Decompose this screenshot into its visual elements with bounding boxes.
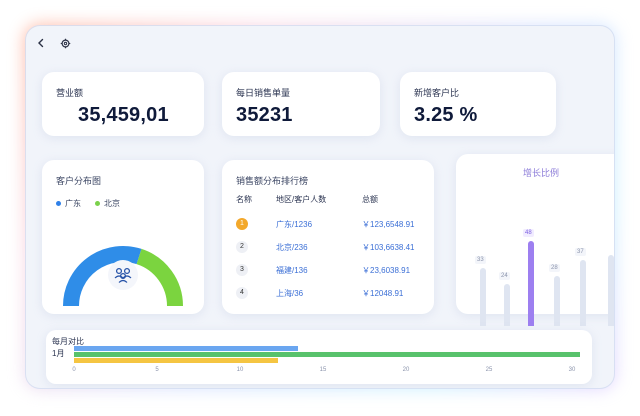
growth-bar-label: 24 [499, 271, 510, 280]
growth-ratio-card: 增长比例 33 24 48 28 37 [456, 154, 614, 326]
total-cell: ￥123,6548.91 [362, 219, 415, 229]
rank-badge: 3 [236, 264, 248, 276]
table-header-row: 名称 地区/客户人数 总额 [236, 194, 422, 213]
rank-badge: 1 [236, 218, 248, 230]
kpi-value: 35,459,01 [78, 104, 169, 126]
legend-label: 北京 [104, 199, 120, 208]
table-row[interactable]: 1 广东/1236 ￥123,6548.91 [236, 213, 422, 236]
growth-bar-label: 28 [549, 264, 560, 273]
kpi-card-new-customers: 新增客户比 3.25 % [400, 72, 556, 136]
customer-distribution-card: 客户分布图 广东 北京 [42, 160, 204, 314]
kpi-label: 每日销售单量 [236, 88, 291, 98]
kpi-label: 营业额 [56, 88, 84, 98]
rank-cell: 3 [236, 259, 276, 282]
kpi-card-revenue: 营业额 35,459,01 [42, 72, 204, 136]
legend-item-beijing[interactable]: 北京 [95, 198, 120, 209]
card-title: 销售额分布排行榜 [236, 176, 309, 186]
growth-bar[interactable] [528, 241, 534, 326]
monthly-bar[interactable] [74, 358, 279, 363]
legend-label: 广东 [65, 199, 81, 208]
card-title: 客户分布图 [56, 176, 102, 186]
region-cell: 北京/236 [276, 242, 308, 252]
axis-tick-label: 20 [402, 367, 410, 373]
axis-tick-label: 30 [568, 367, 576, 373]
legend-dot [95, 201, 100, 207]
ranking-table: 名称 地区/客户人数 总额 1 广东/1236 ￥123,6548.91 2 北… [236, 194, 422, 305]
growth-bar[interactable] [580, 260, 586, 326]
axis-tick-label: 5 [155, 367, 159, 373]
axis-tick-label: 15 [319, 367, 327, 373]
table-row[interactable]: 3 福建/136 ￥23,6038.91 [236, 259, 422, 282]
legend: 广东 北京 [56, 198, 120, 209]
dashboard-window: 营业额 35,459,01 每日销售单量 35231 新增客户比 3.25 % … [26, 26, 614, 388]
growth-bar[interactable] [608, 255, 614, 326]
sales-ranking-card: 销售额分布排行榜 名称 地区/客户人数 总额 1 广东/1236 ￥123,65… [222, 160, 434, 314]
total-cell: ￥103,6638.41 [362, 242, 415, 252]
kpi-label: 新增客户比 [414, 88, 460, 98]
growth-bar[interactable] [554, 276, 560, 326]
axis-tick-label: 10 [236, 367, 244, 373]
chevron-left-icon[interactable] [34, 36, 48, 50]
users-icon [108, 260, 138, 290]
monthly-bar[interactable] [74, 346, 299, 351]
column-header: 地区/客户人数 [276, 195, 327, 204]
monthly-bar[interactable] [74, 352, 581, 357]
gauge-segment [136, 248, 183, 307]
monthly-comparison-section: 每月对比 1月 0 5 10 15 20 25 30 [32, 326, 592, 384]
column-header: 名称 [236, 195, 252, 204]
growth-bar-label: 48 [523, 229, 534, 237]
axis-tick-label: 0 [72, 367, 76, 373]
region-cell: 广东/1236 [276, 219, 313, 229]
rank-cell: 2 [236, 236, 276, 259]
axis-tick-label: 25 [485, 367, 493, 373]
growth-bar[interactable] [480, 267, 486, 326]
region-cell: 上海/36 [276, 288, 304, 298]
table-row[interactable]: 2 北京/236 ￥103,6638.41 [236, 236, 422, 259]
gear-icon[interactable] [58, 36, 72, 50]
growth-bar-label: 37 [575, 248, 586, 257]
growth-bar-label: 33 [475, 255, 486, 264]
growth-bar[interactable] [504, 283, 510, 326]
top-bar [34, 36, 72, 50]
rank-badge: 2 [236, 241, 248, 253]
legend-item-guangdong[interactable]: 广东 [56, 198, 81, 209]
legend-dot [56, 201, 61, 207]
table-row[interactable]: 4 上海/36 ￥12048.91 [236, 282, 422, 305]
kpi-value: 3.25 % [414, 104, 478, 126]
total-cell: ￥12048.91 [362, 288, 404, 298]
monthly-bar-chart: 0 5 10 15 20 25 30 [32, 326, 588, 384]
rank-badge: 4 [236, 287, 248, 299]
kpi-card-daily-orders: 每日销售单量 35231 [222, 72, 380, 136]
region-cell: 福建/136 [276, 265, 308, 275]
rank-cell: 4 [236, 282, 276, 305]
total-cell: ￥23,6038.91 [362, 265, 411, 275]
column-header: 总额 [362, 195, 378, 204]
kpi-value: 35231 [236, 104, 293, 126]
rank-cell: 1 [236, 213, 276, 236]
growth-bar-chart: 33 24 48 28 37 [456, 154, 614, 326]
